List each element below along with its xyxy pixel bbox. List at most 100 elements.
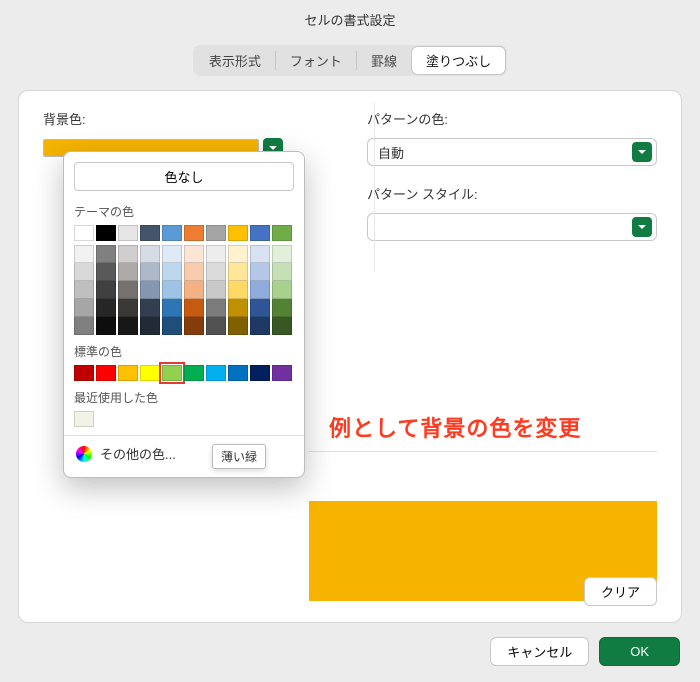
theme-shade-swatch[interactable] — [228, 281, 248, 299]
more-colors-button[interactable]: その他の色... — [64, 435, 304, 471]
theme-shade-swatch[interactable] — [184, 281, 204, 299]
theme-shade-swatch[interactable] — [162, 245, 182, 263]
theme-shade-swatch[interactable] — [250, 299, 270, 317]
theme-color-swatch[interactable] — [118, 225, 138, 241]
ok-button[interactable]: OK — [599, 637, 680, 666]
theme-shade-swatch[interactable] — [162, 317, 182, 335]
dialog-title: セルの書式設定 — [0, 0, 700, 35]
theme-shade-swatch[interactable] — [162, 263, 182, 281]
clear-button[interactable]: クリア — [584, 577, 657, 606]
theme-color-swatch[interactable] — [162, 225, 182, 241]
standard-color-swatch[interactable] — [140, 365, 160, 381]
theme-shade-swatch[interactable] — [96, 245, 116, 263]
color-picker-popover: 色なし テーマの色 標準の色 最近使用した色 薄い緑 その他の色... — [63, 151, 305, 478]
tab-0[interactable]: 表示形式 — [195, 47, 275, 74]
theme-color-swatch[interactable] — [206, 225, 226, 241]
theme-shade-swatch[interactable] — [250, 281, 270, 299]
column-divider — [374, 103, 375, 272]
theme-shade-swatch[interactable] — [272, 317, 292, 335]
tab-2[interactable]: 罫線 — [357, 47, 411, 74]
theme-shade-swatch[interactable] — [250, 263, 270, 281]
theme-shade-swatch[interactable] — [184, 299, 204, 317]
theme-shade-swatch[interactable] — [250, 317, 270, 335]
theme-shade-swatch[interactable] — [74, 281, 94, 299]
theme-shade-swatch[interactable] — [74, 245, 94, 263]
standard-color-swatch[interactable] — [206, 365, 226, 381]
background-color-label: 背景色: — [43, 109, 343, 128]
theme-shade-swatch[interactable] — [96, 281, 116, 299]
theme-shade-swatch[interactable] — [140, 299, 160, 317]
tab-3[interactable]: 塗りつぶし — [412, 47, 505, 74]
theme-shade-swatch[interactable] — [206, 317, 226, 335]
theme-shade-swatch[interactable] — [228, 299, 248, 317]
theme-shade-swatch[interactable] — [96, 317, 116, 335]
theme-shade-swatch[interactable] — [228, 317, 248, 335]
pattern-style-label: パターン スタイル: — [367, 184, 657, 203]
theme-shade-swatch[interactable] — [74, 263, 94, 281]
theme-shade-swatch[interactable] — [118, 299, 138, 317]
theme-color-swatch[interactable] — [228, 225, 248, 241]
theme-shade-swatch[interactable] — [272, 245, 292, 263]
standard-color-swatch[interactable] — [228, 365, 248, 381]
theme-shade-swatch[interactable] — [74, 317, 94, 335]
theme-shade-swatch[interactable] — [140, 317, 160, 335]
recent-color-swatch[interactable] — [74, 411, 94, 427]
no-color-button[interactable]: 色なし — [74, 162, 294, 191]
theme-shade-swatch[interactable] — [272, 263, 292, 281]
standard-color-swatch[interactable] — [74, 365, 94, 381]
standard-color-swatch[interactable] — [118, 365, 138, 381]
pattern-color-label: パターンの色: — [367, 109, 657, 128]
chevron-down-icon — [637, 147, 647, 157]
theme-colors-heading: テーマの色 — [74, 203, 294, 220]
theme-shade-swatch[interactable] — [118, 281, 138, 299]
theme-shade-swatch[interactable] — [184, 317, 204, 335]
theme-shade-swatch[interactable] — [74, 299, 94, 317]
theme-shade-swatch[interactable] — [184, 263, 204, 281]
standard-color-swatch[interactable] — [272, 365, 292, 381]
theme-shade-swatch[interactable] — [162, 299, 182, 317]
tab-1[interactable]: フォント — [276, 47, 356, 74]
theme-shade-swatch[interactable] — [206, 263, 226, 281]
standard-color-swatch[interactable] — [250, 365, 270, 381]
theme-shade-swatch[interactable] — [272, 281, 292, 299]
cancel-button[interactable]: キャンセル — [490, 637, 589, 666]
theme-color-swatch[interactable] — [272, 225, 292, 241]
theme-shade-swatch[interactable] — [118, 245, 138, 263]
theme-color-swatch[interactable] — [250, 225, 270, 241]
tabbar: 表示形式フォント罫線塗りつぶし — [0, 35, 700, 90]
theme-shade-swatch[interactable] — [162, 281, 182, 299]
theme-shade-swatch[interactable] — [228, 263, 248, 281]
format-cells-dialog: セルの書式設定 表示形式フォント罫線塗りつぶし 背景色: パターンの色: 自動 — [0, 0, 700, 682]
theme-color-swatch[interactable] — [96, 225, 116, 241]
theme-color-swatch[interactable] — [74, 225, 94, 241]
theme-shade-swatch[interactable] — [140, 245, 160, 263]
pattern-color-select[interactable]: 自動 — [367, 138, 657, 166]
sample-divider — [309, 451, 657, 452]
standard-color-swatch[interactable] — [162, 365, 182, 381]
pattern-style-select[interactable] — [367, 213, 657, 241]
theme-shade-swatch[interactable] — [118, 317, 138, 335]
theme-shade-swatch[interactable] — [228, 245, 248, 263]
standard-color-swatch[interactable] — [96, 365, 116, 381]
theme-shade-swatch[interactable] — [118, 263, 138, 281]
theme-shade-swatch[interactable] — [250, 245, 270, 263]
fill-panel: 背景色: パターンの色: 自動 パターン スタイル: — [18, 90, 682, 623]
theme-shade-swatch[interactable] — [96, 299, 116, 317]
theme-color-swatch[interactable] — [184, 225, 204, 241]
theme-shade-swatch[interactable] — [206, 299, 226, 317]
theme-shade-swatch[interactable] — [206, 245, 226, 263]
pattern-style-dropdown-button[interactable] — [632, 217, 652, 237]
pattern-color-value: 自動 — [378, 143, 626, 162]
pattern-color-dropdown-button[interactable] — [632, 142, 652, 162]
theme-shade-swatch[interactable] — [96, 263, 116, 281]
theme-color-swatch[interactable] — [140, 225, 160, 241]
theme-shade-swatch[interactable] — [272, 299, 292, 317]
dialog-footer: キャンセル OK — [0, 623, 700, 682]
theme-shade-swatch[interactable] — [184, 245, 204, 263]
chevron-down-icon — [637, 222, 647, 232]
color-wheel-icon — [76, 446, 92, 462]
theme-shade-swatch[interactable] — [140, 263, 160, 281]
theme-shade-swatch[interactable] — [140, 281, 160, 299]
theme-shade-swatch[interactable] — [206, 281, 226, 299]
standard-color-swatch[interactable] — [184, 365, 204, 381]
